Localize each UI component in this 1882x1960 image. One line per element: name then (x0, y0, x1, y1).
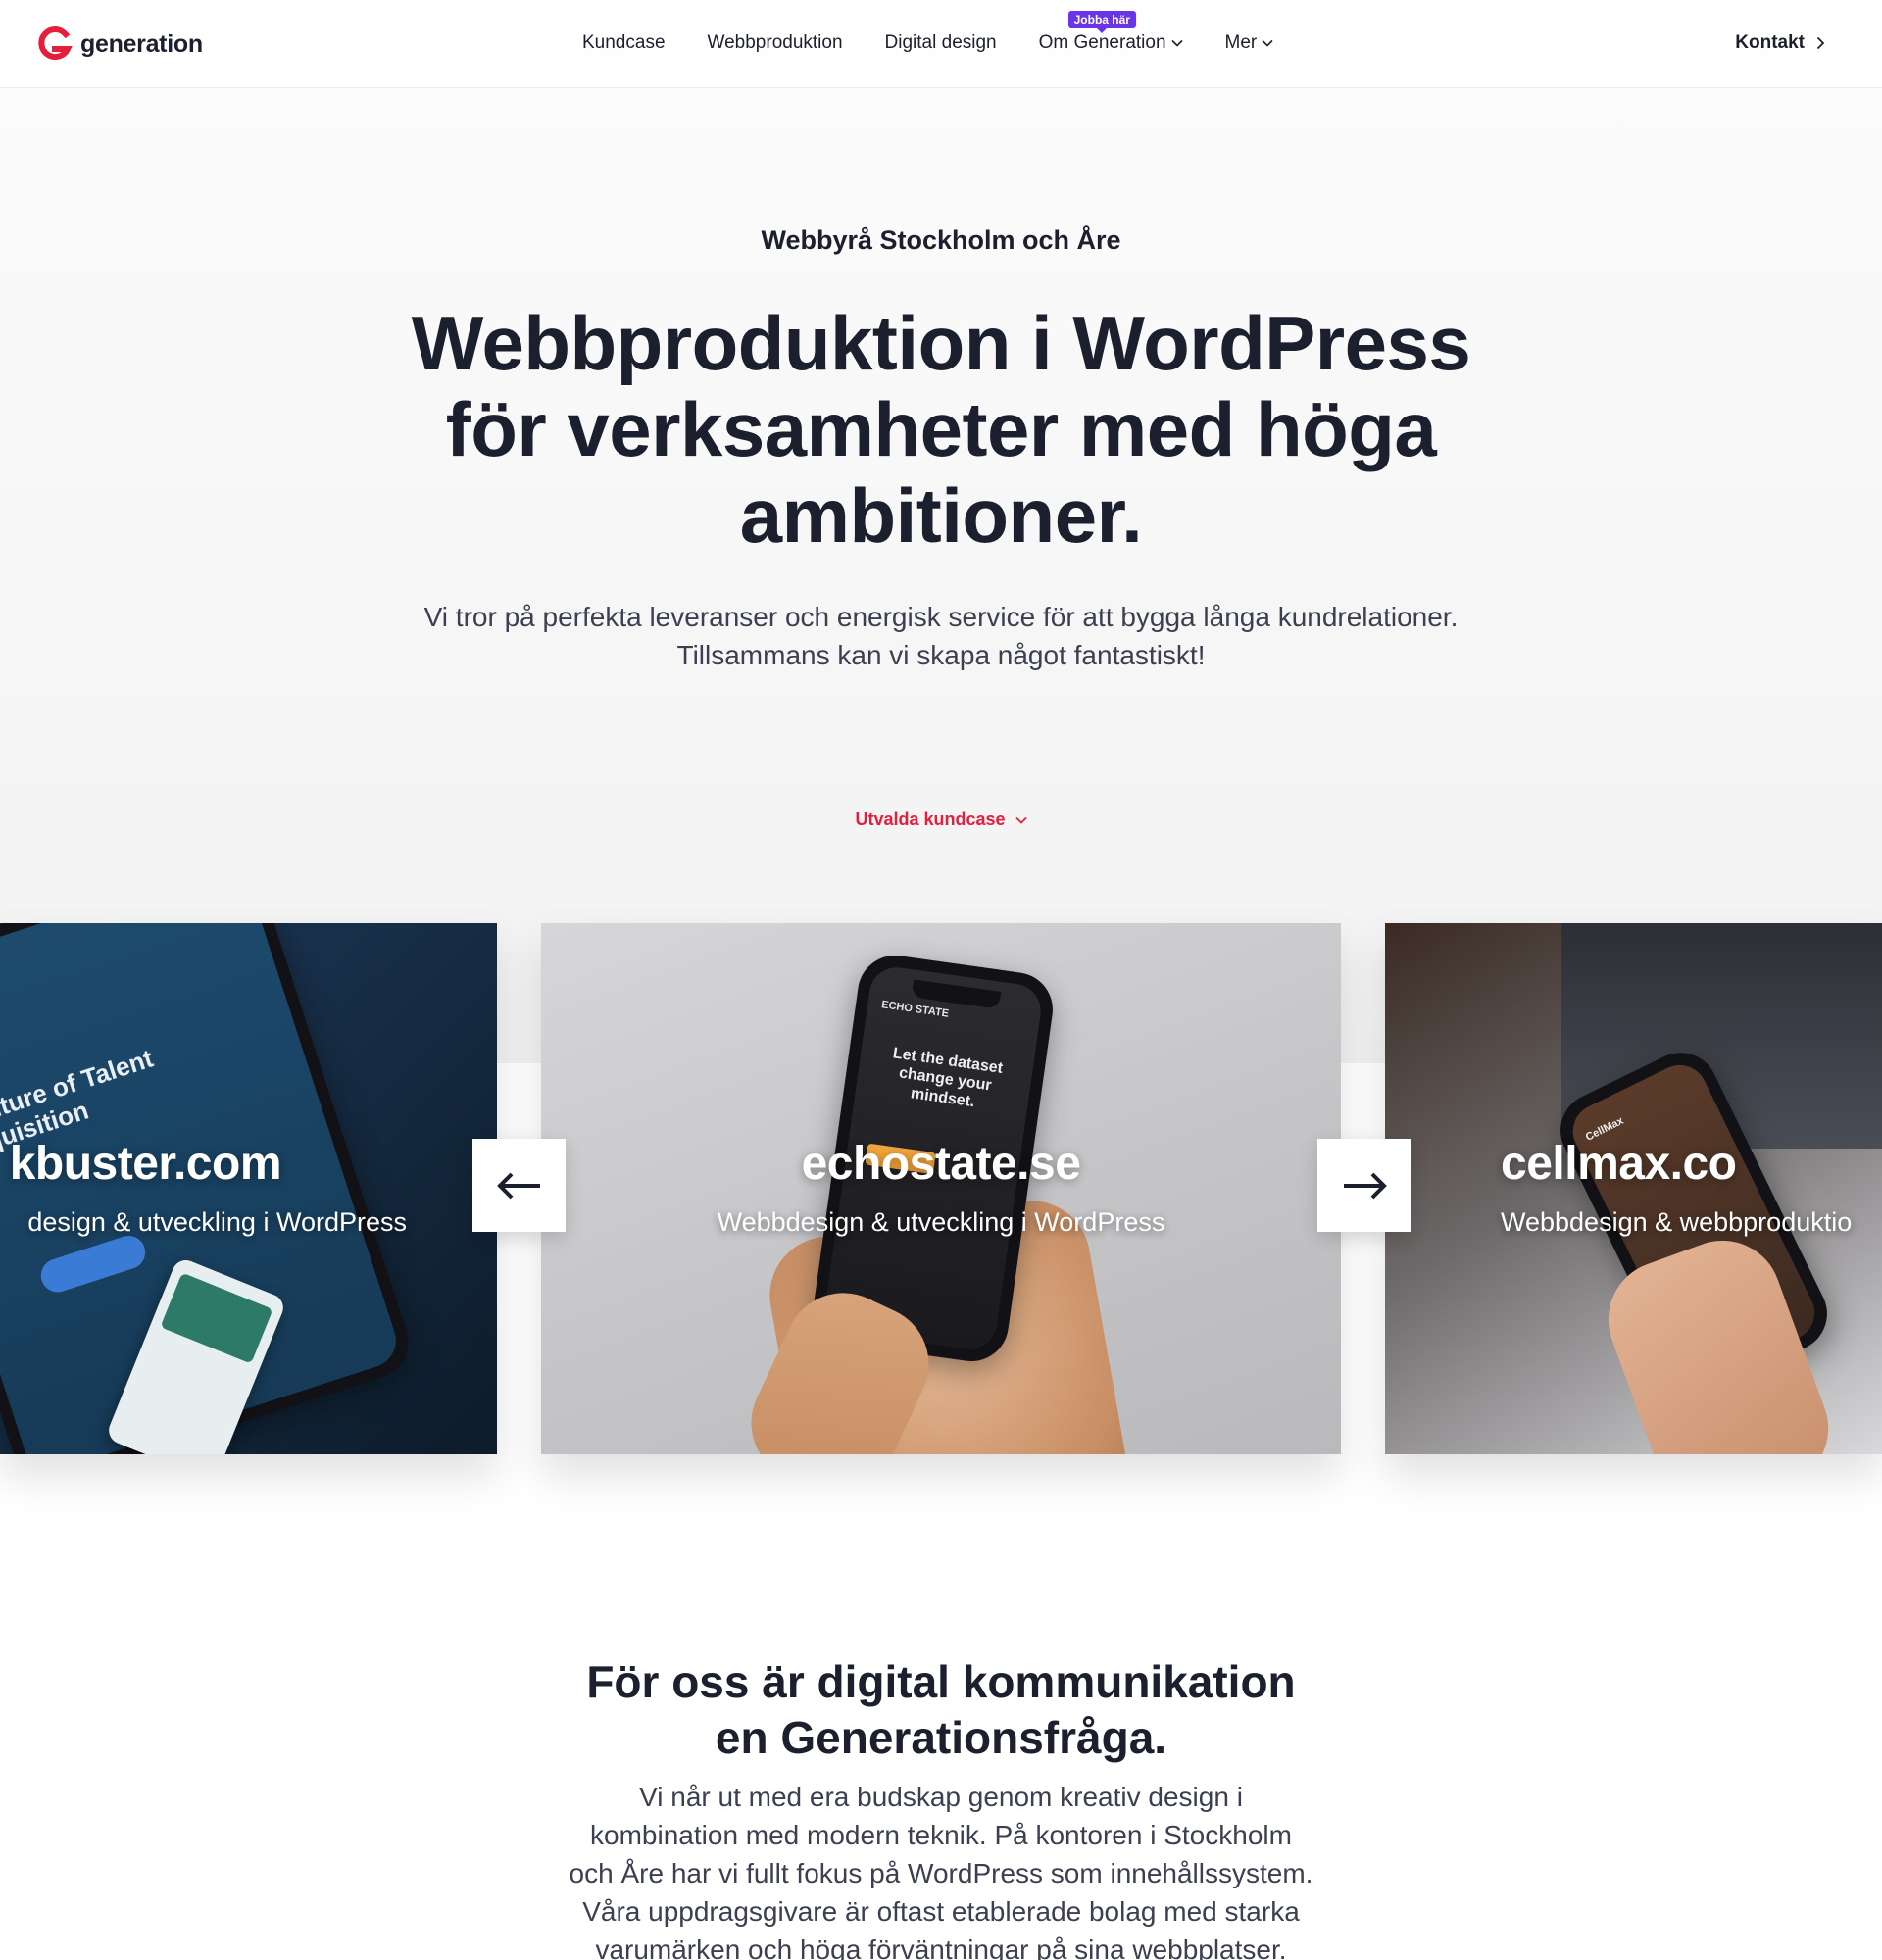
section-title-line: För oss är digital kommunikation (586, 1656, 1296, 1707)
hero-lead: Vi tror på perfekta leveranser och energ… (353, 598, 1529, 674)
hero-lead-line: Tillsammans kan vi skapa något fantastis… (676, 640, 1206, 670)
case-card-title: echostate.se (801, 1138, 1081, 1190)
case-card-subtitle: Webbdesign & webbproduktio (1501, 1207, 1853, 1237)
carousel-next-button[interactable] (1317, 1139, 1411, 1232)
contact-link[interactable]: Kontakt (1735, 32, 1825, 54)
chevron-down-icon (1262, 39, 1273, 47)
case-card-cellmax[interactable]: CellMax cellmax.co Webbdesign & webbprod… (1385, 923, 1882, 1454)
hero-title-line: för verksamheter med höga (445, 386, 1437, 472)
hero-title-line: ambitioner. (739, 472, 1143, 559)
case-card-workbuster[interactable]: future of Talent quisition kbuster.com d… (0, 923, 497, 1454)
chevron-down-icon (1170, 39, 1183, 47)
chevron-down-icon (1015, 816, 1027, 824)
featured-cases-label: Utvalda kundcase (855, 809, 1006, 829)
carousel-prev-button[interactable] (472, 1139, 566, 1232)
case-carousel: future of Talent quisition kbuster.com d… (0, 923, 1882, 1454)
hero-lead-line: Vi tror på perfekta leveranser och energ… (423, 602, 1459, 632)
phone-cta-shape (36, 1231, 150, 1297)
hero-eyebrow: Webbyrå Stockholm och Åre (761, 225, 1121, 255)
arrow-right-icon (1343, 1172, 1387, 1199)
case-card-title: cellmax.co (1501, 1138, 1737, 1190)
hero-title: Webbproduktion i WordPress för verksamhe… (353, 300, 1529, 559)
section-text-line: Våra uppdragsgivare är oftast etablerade… (582, 1896, 1300, 1927)
section-text-line: och Åre har vi fullt fokus på WordPress … (569, 1858, 1313, 1888)
section-text: Vi når ut med era budskap genom kreativ … (549, 1778, 1333, 1960)
nav-item-mer[interactable]: Mer (1225, 32, 1274, 54)
logo-link[interactable]: generation (37, 25, 203, 63)
case-card-echostate[interactable]: ECHO STATE Let the dataset change your m… (541, 923, 1341, 1454)
case-card-subtitle: Webbdesign & utveckling i WordPress (717, 1207, 1165, 1237)
nav-item-label: Mer (1224, 32, 1258, 53)
nav-item-webbproduktion[interactable]: Webbproduktion (708, 32, 843, 54)
phone-screen-text: Let the dataset change your mindset. (891, 1045, 1005, 1111)
main-nav: Kundcase Webbproduktion Digital design J… (582, 11, 1274, 54)
nav-item-om-generation[interactable]: Jobba här Om Generation (1038, 11, 1183, 54)
case-card-subtitle: design & utveckling i WordPress (27, 1207, 407, 1237)
nav-item-label: Kundcase (582, 32, 666, 53)
contact-label: Kontakt (1735, 32, 1805, 53)
site-header: generation Kundcase Webbproduktion Digit… (0, 0, 1882, 88)
phone-screen-text: future of Talent quisition (0, 1043, 157, 1156)
generation-logo-icon (38, 26, 73, 61)
featured-cases-link[interactable]: Utvalda kundcase (0, 809, 1882, 830)
nav-item-label: Digital design (884, 32, 997, 53)
case-card-title: kbuster.com (9, 1138, 282, 1190)
chevron-right-icon (1816, 36, 1825, 50)
section-title: För oss är digital kommunikation en Gene… (451, 1654, 1431, 1766)
hero-title-line: Webbproduktion i WordPress (411, 300, 1471, 386)
section-title-line: en Generationsfråga. (715, 1712, 1167, 1763)
nav-item-label: Webbproduktion (707, 32, 843, 53)
logo-text: generation (80, 29, 203, 58)
phone-brand: ECHO STATE (880, 999, 950, 1020)
jobba-har-badge[interactable]: Jobba här (1067, 11, 1136, 33)
nav-item-kundcase[interactable]: Kundcase (582, 32, 666, 54)
section-text-line: varumärken och höga förväntningar på sin… (595, 1935, 1287, 1960)
section-text-line: kombination med modern teknik. På kontor… (590, 1820, 1292, 1850)
nav-item-label: Om Generation (1038, 32, 1166, 53)
section-text-line: Vi når ut med era budskap genom kreativ … (639, 1782, 1243, 1812)
nav-item-digital-design[interactable]: Digital design (885, 32, 997, 54)
arrow-left-icon (496, 1172, 540, 1199)
